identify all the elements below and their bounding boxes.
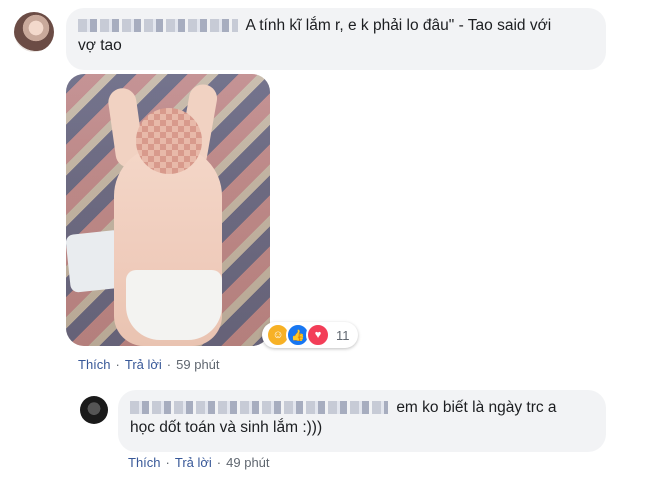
diaper: [126, 270, 222, 340]
blurred-author-name[interactable]: [78, 19, 238, 33]
comment-actions: Thích · Trả lời · 59 phút: [78, 357, 220, 372]
commenter-avatar[interactable]: [14, 12, 54, 52]
reply-text-line2: học dốt toán và sinh lắm :))): [130, 419, 323, 436]
comment-text-line1: A tính kĩ lắm r, e k phải lo đâu" - Tao …: [245, 17, 552, 34]
reply-avatar[interactable]: [80, 396, 108, 424]
blurred-author-name[interactable]: [130, 401, 388, 415]
pixelated-face: [136, 108, 202, 174]
reply-link[interactable]: Trả lời: [125, 357, 162, 372]
reply-actions: Thích · Trả lời · 49 phút: [128, 455, 270, 470]
reactions-summary[interactable]: ☺ 👍 ♥ 11: [262, 322, 358, 348]
like-link[interactable]: Thích: [128, 455, 161, 470]
comment-text-line2: vợ tao: [78, 37, 122, 54]
comment-photo[interactable]: [66, 74, 270, 346]
reply-bubble: em ko biết là ngày trc a học dốt toán và…: [118, 390, 606, 452]
comment-bubble: A tính kĩ lắm r, e k phải lo đâu" - Tao …: [66, 8, 606, 70]
reaction-count: 11: [336, 327, 350, 343]
reply-text-line1: em ko biết là ngày trc a: [396, 399, 557, 416]
love-icon: ♥: [306, 323, 330, 347]
timestamp[interactable]: 49 phút: [226, 455, 269, 470]
timestamp[interactable]: 59 phút: [176, 357, 219, 372]
reply-link[interactable]: Trả lời: [175, 455, 212, 470]
like-link[interactable]: Thích: [78, 357, 111, 372]
